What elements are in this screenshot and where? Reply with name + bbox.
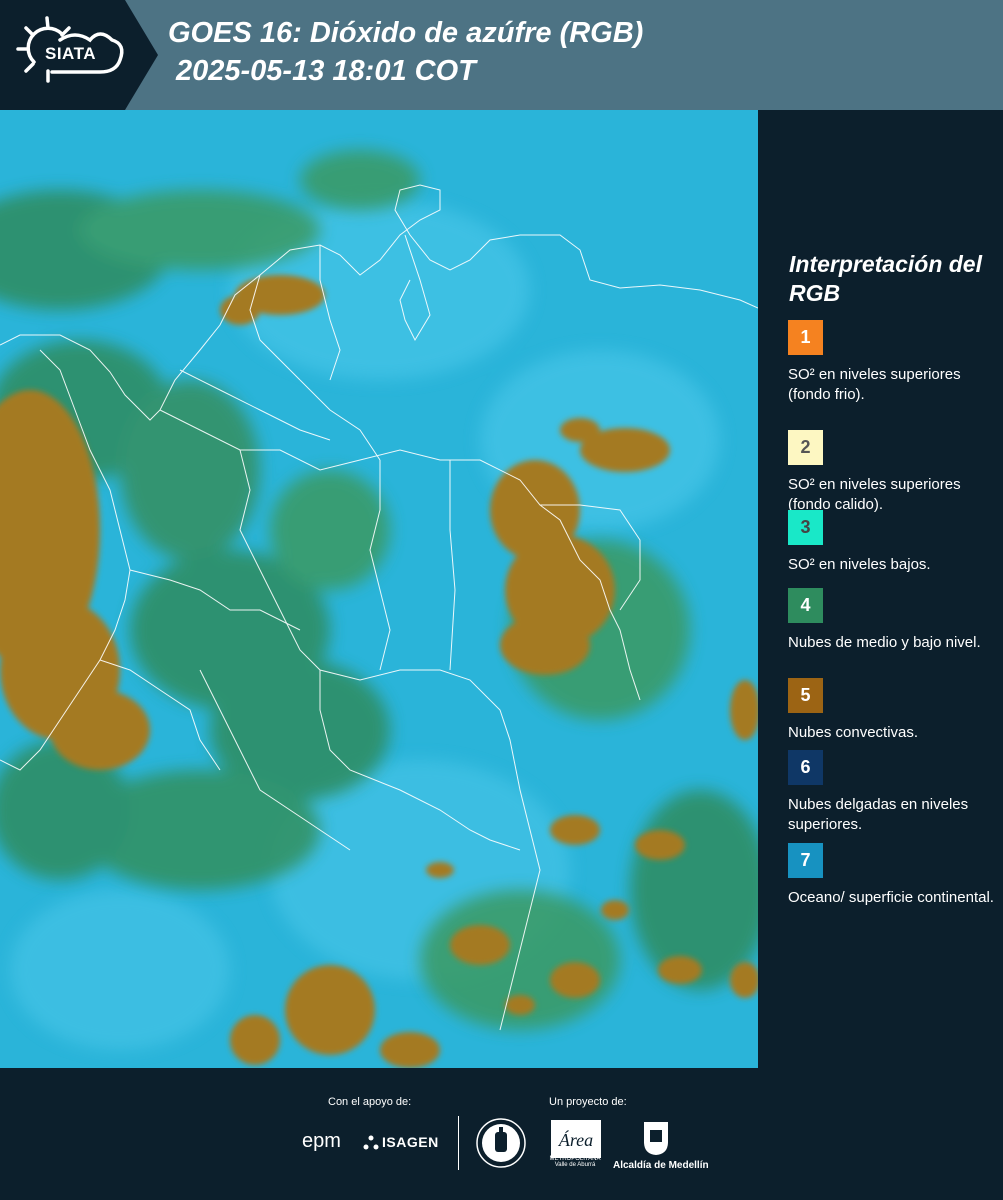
legend-swatch: 4	[788, 588, 823, 623]
area-metropolitana-logo: Área	[551, 1120, 601, 1158]
siata-logo-text: SIATA	[45, 44, 96, 63]
legend-item-7: 7 Oceano/ superficie continental.	[788, 843, 998, 908]
legend-item-label: SO² en niveles bajos.	[788, 556, 931, 573]
epm-logo: epm	[302, 1130, 341, 1152]
legend-swatch: 3	[788, 510, 823, 545]
header-bar: SIATA GOES 16: Dióxido de azúfre (RGB) 2…	[0, 0, 1003, 110]
footer-divider	[458, 1116, 459, 1170]
support-label: Con el apoyo de:	[328, 1096, 412, 1108]
legend-item-label: Nubes convectivas.	[788, 724, 919, 741]
alcaldia-medellin-logo: Alcaldía de Medellín	[613, 1160, 709, 1171]
legend-swatch: 6	[788, 750, 823, 785]
page-title: GOES 16: Dióxido de azúfre (RGB)	[168, 17, 644, 49]
isagen-logo: ISAGEN	[382, 1134, 439, 1150]
legend-title: Interpretación del RGB	[789, 251, 982, 306]
area-metropolitana-caption: METROPOLITANA Valle de Aburrá	[549, 1156, 601, 1168]
siata-logo: SIATA	[0, 0, 158, 110]
legend-panel: Interpretación del RGB 1 SO² en niveles s…	[760, 110, 1003, 1068]
legend-item-label: Nubes delgadas en niveles superiores.	[788, 796, 969, 833]
legend-item-5: 5 Nubes convectivas.	[788, 678, 998, 743]
satellite-image	[0, 110, 758, 1068]
legend-item-4: 4 Nubes de medio y bajo nivel.	[788, 588, 998, 653]
legend-item-6: 6 Nubes delgadas en niveles superiores.	[788, 750, 998, 835]
legend-swatch: 5	[788, 678, 823, 713]
satellite-map[interactable]	[0, 110, 758, 1068]
medellin-seal-icon	[476, 1118, 526, 1168]
legend-swatch: 1	[788, 320, 823, 355]
alcaldia-shield-icon	[644, 1122, 668, 1155]
legend-item-label: SO² en niveles superiores (fondo calido)…	[788, 476, 961, 513]
footer: Con el apoyo de: Un proyecto de: epm ISA…	[0, 1068, 1003, 1200]
legend-item-3: 3 SO² en niveles bajos.	[788, 510, 998, 575]
legend-item-label: Nubes de medio y bajo nivel.	[788, 634, 981, 651]
legend-swatch: 7	[788, 843, 823, 878]
legend-item-label: SO² en niveles superiores (fondo frio).	[788, 366, 961, 403]
project-label: Un proyecto de:	[549, 1096, 627, 1108]
page-timestamp: 2025-05-13 18:01 COT	[176, 55, 476, 87]
svg-text:Área: Área	[558, 1129, 593, 1150]
isagen-icon	[363, 1135, 379, 1150]
legend-swatch: 2	[788, 430, 823, 465]
legend-item-label: Oceano/ superficie continental.	[788, 889, 994, 906]
legend-item-1: 1 SO² en niveles superiores (fondo frio).	[788, 320, 998, 405]
legend-item-2: 2 SO² en niveles superiores (fondo calido…	[788, 430, 998, 515]
